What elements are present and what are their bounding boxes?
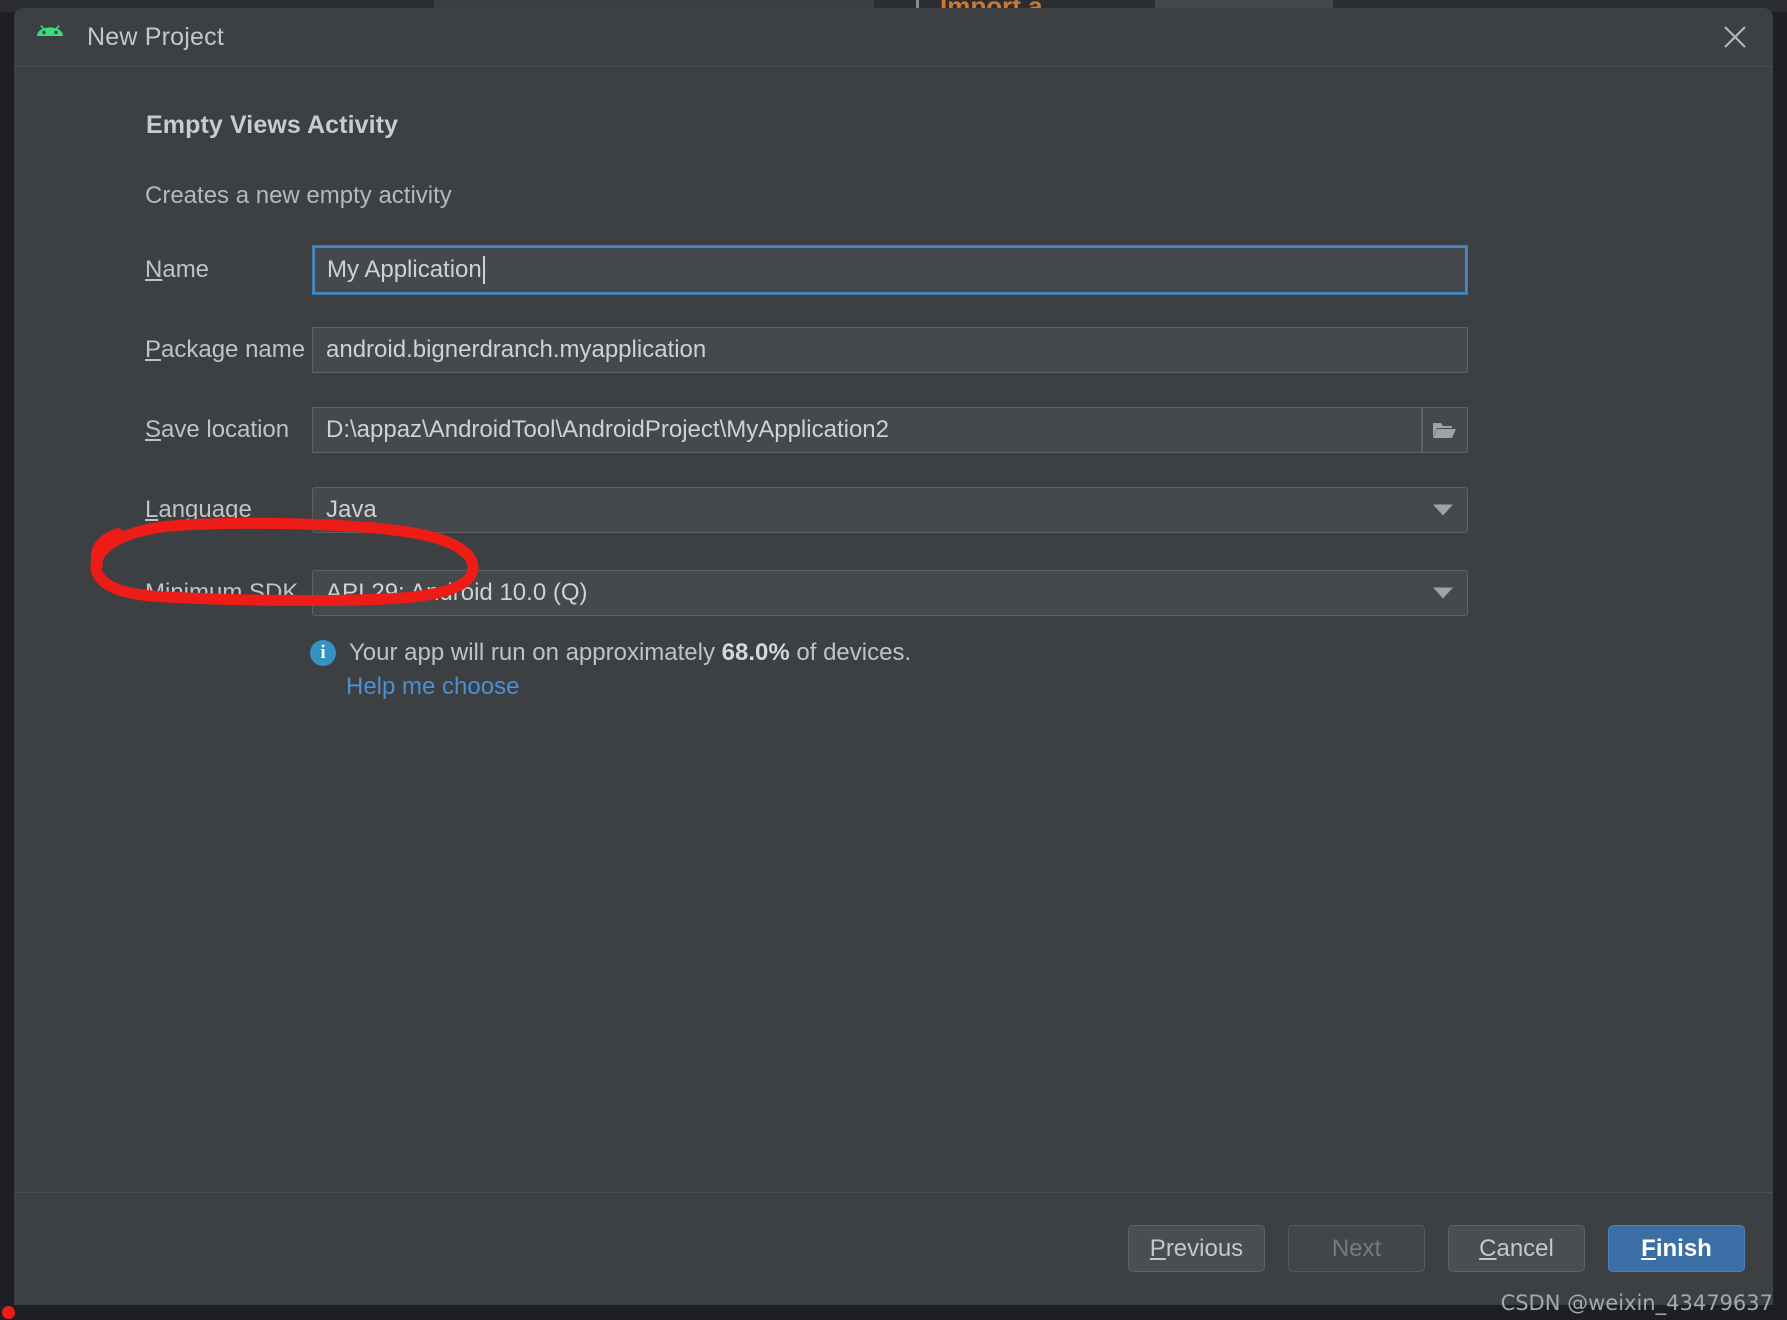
name-label: Name <box>145 256 209 284</box>
form-row-language: Language Java <box>14 486 1773 534</box>
save-location-input[interactable]: D:\appaz\AndroidTool\AndroidProject\MyAp… <box>312 407 1422 453</box>
language-label: Language <box>145 496 252 524</box>
previous-button-label: revious <box>1165 1234 1244 1262</box>
cancel-button[interactable]: Cancel <box>1448 1225 1585 1272</box>
text-caret <box>482 256 485 284</box>
coverage-text-after: of devices. <box>789 639 912 666</box>
dialog-footer: Previous Next Cancel Finish <box>14 1192 1773 1304</box>
minimum-sdk-dropdown[interactable]: API 29: Android 10.0 (Q) <box>312 570 1468 616</box>
dialog-body: Empty Views Activity Creates a new empty… <box>14 67 1773 1192</box>
package-name-label-mnemonic: P <box>145 336 162 363</box>
form-row-save-location: Save location D:\appaz\AndroidTool\Andro… <box>14 406 1773 454</box>
new-project-dialog: New Project Empty Views Activity Creates… <box>14 8 1773 1305</box>
android-robot-icon <box>32 19 68 55</box>
dialog-titlebar: New Project <box>14 8 1773 67</box>
language-label-rest: anguage <box>158 496 252 523</box>
coverage-text-before: Your app will run on approximately <box>349 639 722 666</box>
name-label-mnemonic: N <box>145 256 163 283</box>
package-name-input-value: android.bignerdranch.myapplication <box>326 336 707 363</box>
chevron-down-icon <box>1433 504 1453 516</box>
language-dropdown[interactable]: Java <box>312 487 1468 533</box>
form-row-package-name: Package name android.bignerdranch.myappl… <box>14 326 1773 374</box>
name-label-rest: ame <box>162 256 210 283</box>
device-coverage-info: i Your app will run on approximately 68.… <box>310 639 911 667</box>
folder-icon[interactable] <box>1422 407 1468 453</box>
previous-button[interactable]: Previous <box>1128 1225 1265 1272</box>
previous-button-mnemonic: P <box>1149 1234 1166 1262</box>
cancel-button-label: ancel <box>1496 1234 1554 1262</box>
name-input-value: My Application <box>327 256 482 283</box>
coverage-percent: 68.0% <box>721 639 790 666</box>
watermark: CSDN @weixin_43479637 <box>1500 1291 1773 1315</box>
minimum-sdk-label: Minimum SDK <box>145 579 298 607</box>
screen: Import a ... New Project <box>0 0 1787 1320</box>
save-location-label-mnemonic: S <box>145 416 162 443</box>
finish-button-label: inish <box>1655 1234 1712 1262</box>
page-subtitle: Creates a new empty activity <box>145 182 452 209</box>
close-icon[interactable] <box>1707 14 1763 60</box>
minimum-sdk-dropdown-value: API 29: Android 10.0 (Q) <box>326 579 588 606</box>
language-label-mnemonic: L <box>145 496 159 523</box>
form-row-minimum-sdk: Minimum SDK API 29: Android 10.0 (Q) <box>14 569 1773 617</box>
minimum-sdk-label-rest: Minimum SDK <box>145 579 299 606</box>
package-name-input[interactable]: android.bignerdranch.myapplication <box>312 327 1468 373</box>
next-button[interactable]: Next <box>1288 1225 1425 1272</box>
page-title: Empty Views Activity <box>146 111 399 139</box>
save-location-label-rest: ave location <box>161 416 290 443</box>
language-dropdown-value: Java <box>326 496 377 523</box>
finish-button[interactable]: Finish <box>1608 1225 1745 1272</box>
annotation-red-dot <box>2 1306 15 1319</box>
form-row-name: Name My Application <box>14 244 1773 296</box>
info-icon: i <box>310 640 336 666</box>
help-me-choose-link[interactable]: Help me choose <box>346 673 519 701</box>
chevron-down-icon <box>1433 587 1453 599</box>
next-button-label: Next <box>1331 1234 1382 1262</box>
package-name-label: Package name <box>145 336 305 364</box>
cancel-button-mnemonic: C <box>1479 1234 1497 1262</box>
name-input[interactable]: My Application <box>312 245 1468 295</box>
finish-button-mnemonic: F <box>1641 1234 1656 1262</box>
device-coverage-text: Your app will run on approximately 68.0%… <box>349 639 911 667</box>
save-location-input-value: D:\appaz\AndroidTool\AndroidProject\MyAp… <box>326 416 889 443</box>
save-location-label: Save location <box>145 416 289 444</box>
package-name-label-rest: ackage name <box>161 336 306 363</box>
dialog-title: New Project <box>87 22 224 51</box>
